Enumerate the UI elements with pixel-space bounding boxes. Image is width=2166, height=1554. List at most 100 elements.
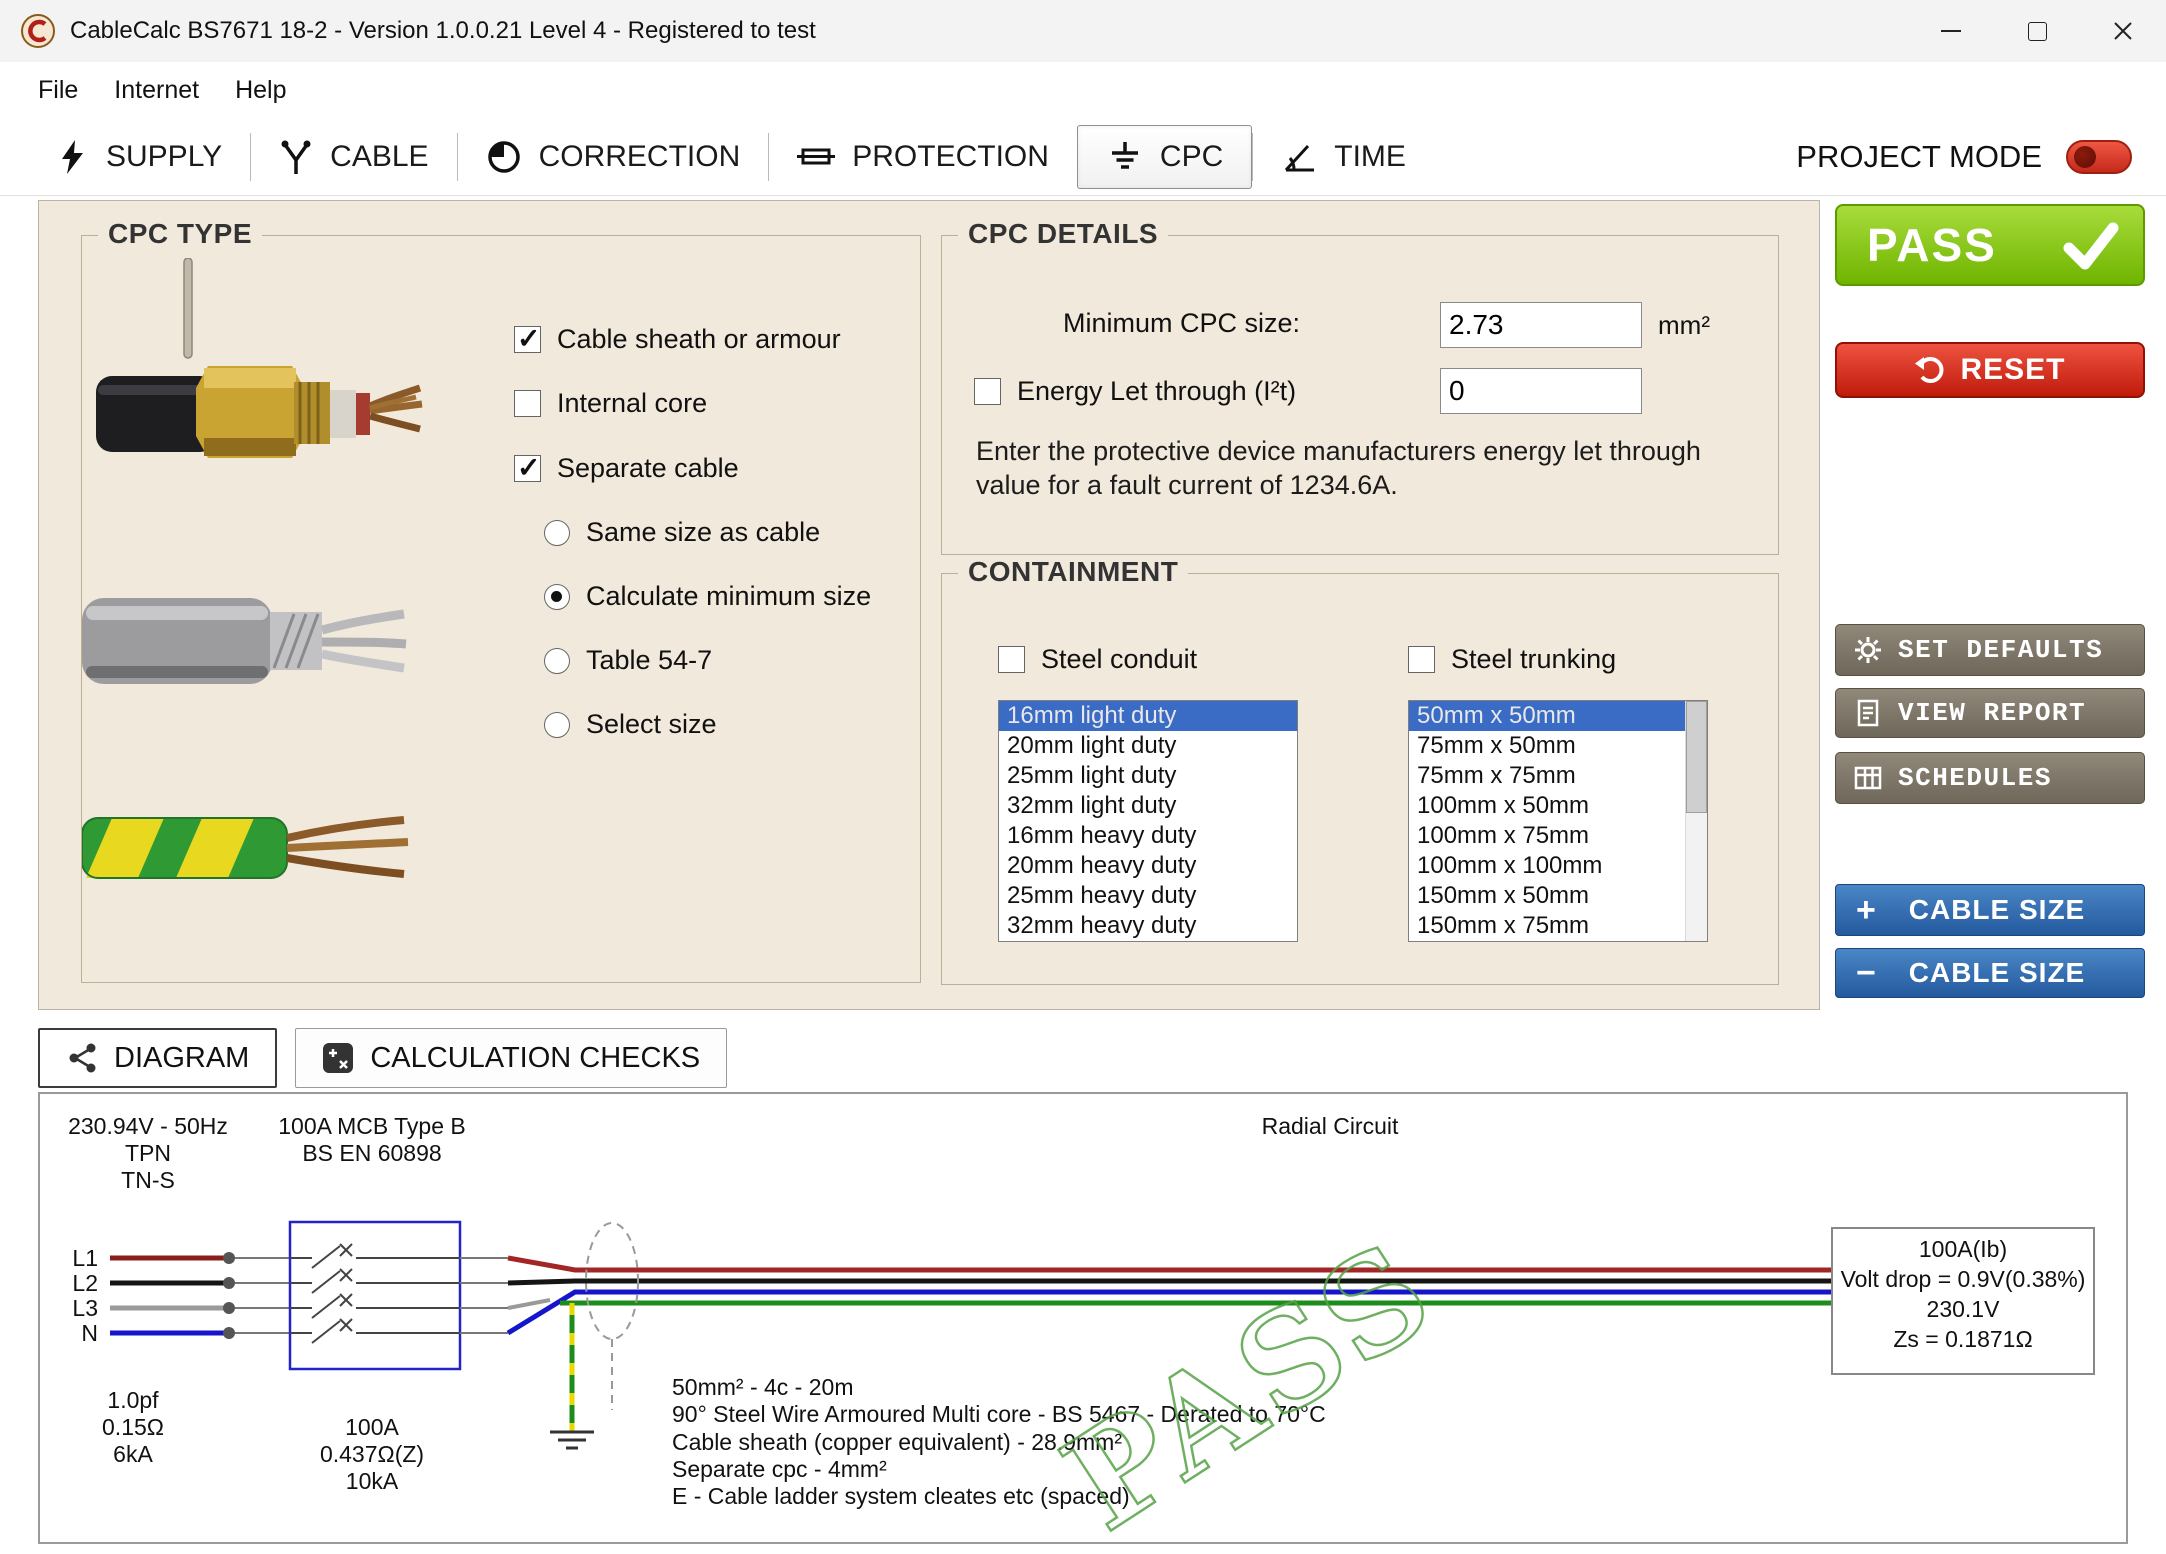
checkbox-box[interactable] xyxy=(998,646,1025,673)
menu-internet[interactable]: Internet xyxy=(96,68,217,113)
pass-status-button[interactable]: PASS xyxy=(1835,204,2145,286)
supply-impedance-text: 0.15Ω xyxy=(102,1414,164,1440)
checkbox-box[interactable] xyxy=(514,390,541,417)
list-item[interactable]: 75mm x 75mm xyxy=(1409,761,1707,791)
radio-circle[interactable] xyxy=(544,712,570,738)
checkbox-steel-conduit[interactable]: Steel conduit xyxy=(998,644,1197,675)
cpc-type-group: CPC TYPE xyxy=(81,235,921,983)
project-mode-toggle[interactable] xyxy=(2066,140,2132,174)
tab-time[interactable]: TIME xyxy=(1252,125,1434,189)
list-item[interactable]: 16mm light duty xyxy=(999,701,1297,731)
checkbox-box[interactable] xyxy=(1408,646,1435,673)
maximize-icon xyxy=(2028,22,2047,41)
scrollbar-thumb[interactable] xyxy=(1686,701,1707,813)
app-logo-icon xyxy=(20,13,56,49)
schedules-button[interactable]: SCHEDULES xyxy=(1835,752,2145,804)
containment-group: CONTAINMENT Steel conduit 16mm light dut… xyxy=(941,573,1779,985)
mcb-rating-text: 100A xyxy=(345,1414,399,1440)
checkbox-energy-let-through[interactable]: Energy Let through (I²t) xyxy=(974,376,1296,407)
circuit-diagram: 230.94V - 50Hz TPN TN-S 100A MCB Type B … xyxy=(40,1094,2126,1542)
tab-cpc[interactable]: CPC xyxy=(1077,125,1252,189)
radio-circle[interactable] xyxy=(544,648,570,674)
diagram-panel: 230.94V - 50Hz TPN TN-S 100A MCB Type B … xyxy=(38,1092,2128,1544)
trunking-scrollbar[interactable] xyxy=(1685,701,1707,941)
list-item[interactable]: 32mm heavy duty xyxy=(999,911,1297,941)
report-icon xyxy=(1854,699,1882,727)
radio-calculate-minimum-size[interactable]: Calculate minimum size xyxy=(544,581,871,612)
list-item[interactable]: 75mm x 50mm xyxy=(1409,731,1707,761)
installation-method-text: E - Cable ladder system cleates etc (spa… xyxy=(672,1483,1130,1509)
list-item[interactable]: 32mm light duty xyxy=(999,791,1297,821)
schedules-icon xyxy=(1854,764,1882,792)
checkbox-cable-sheath-or-armour[interactable]: Cable sheath or armour xyxy=(514,324,841,355)
list-item[interactable]: 16mm heavy duty xyxy=(999,821,1297,851)
list-item[interactable]: 100mm x 50mm xyxy=(1409,791,1707,821)
maximize-button[interactable] xyxy=(1994,0,2080,62)
minimize-icon xyxy=(1941,30,1961,32)
tab-supply[interactable]: SUPPLY xyxy=(26,125,250,189)
list-item[interactable]: 150mm x 50mm xyxy=(1409,881,1707,911)
reset-label: RESET xyxy=(1960,353,2065,387)
project-mode-label: PROJECT MODE xyxy=(1796,139,2042,175)
radio-table-54-7[interactable]: Table 54-7 xyxy=(544,645,712,676)
cpc-type-title: CPC TYPE xyxy=(98,218,262,250)
cable-size-text: 50mm² - 4c - 20m xyxy=(672,1374,853,1400)
list-item[interactable]: 50mm x 50mm xyxy=(1409,701,1707,731)
design-current-text: 100A(Ib) xyxy=(1919,1236,2007,1262)
list-item[interactable]: 100mm x 100mm xyxy=(1409,851,1707,881)
main-toolbar: SUPPLY CABLE CORRECTION PROTECTION CPC T… xyxy=(0,118,2166,196)
pie-icon xyxy=(485,138,523,176)
decrease-cable-size-button[interactable]: − CABLE SIZE xyxy=(1835,948,2145,998)
increase-cable-size-button[interactable]: + CABLE SIZE xyxy=(1835,884,2145,936)
checkbox-steel-trunking[interactable]: Steel trunking xyxy=(1408,644,1616,675)
app-window: CableCalc BS7671 18-2 - Version 1.0.0.21… xyxy=(0,0,2166,1544)
lightning-icon xyxy=(54,138,90,176)
set-defaults-button[interactable]: SET DEFAULTS xyxy=(1835,624,2145,676)
fuse-icon xyxy=(796,138,836,176)
reset-button[interactable]: RESET xyxy=(1835,342,2145,398)
energy-note: Enter the protective device manufacturer… xyxy=(976,434,1756,502)
view-report-button[interactable]: VIEW REPORT xyxy=(1835,688,2145,738)
min-cpc-size-input[interactable] xyxy=(1440,302,1642,348)
reset-icon xyxy=(1914,354,1946,386)
list-item[interactable]: 25mm heavy duty xyxy=(999,881,1297,911)
voltage-text: 230.1V xyxy=(1927,1296,2001,1322)
tab-cable[interactable]: CABLE xyxy=(250,125,456,189)
list-item[interactable]: 20mm heavy duty xyxy=(999,851,1297,881)
list-item[interactable]: 150mm x 75mm xyxy=(1409,911,1707,941)
mcb-standard-text: BS EN 60898 xyxy=(302,1140,441,1166)
tab-protection[interactable]: PROTECTION xyxy=(768,125,1077,189)
close-button[interactable] xyxy=(2080,0,2166,62)
steel-trunking-listbox: 50mm x 50mm 75mm x 50mm 75mm x 75mm 100m… xyxy=(1408,700,1708,942)
mcb-type-text: 100A MCB Type B xyxy=(278,1113,466,1139)
tab-calculation-checks[interactable]: CALCULATION CHECKS xyxy=(295,1028,727,1088)
cable-icon xyxy=(278,138,314,176)
menu-help[interactable]: Help xyxy=(217,68,304,113)
steel-conduit-listbox: 16mm light duty 20mm light duty 25mm lig… xyxy=(998,700,1298,942)
list-item[interactable]: 25mm light duty xyxy=(999,761,1297,791)
checkbox-internal-core[interactable]: Internal core xyxy=(514,388,707,419)
min-cpc-size-label: Minimum CPC size: xyxy=(962,308,1300,339)
main-area: CPC TYPE xyxy=(0,196,2166,1022)
radio-circle[interactable] xyxy=(544,584,570,610)
mcb-breaking-text: 10kA xyxy=(346,1468,399,1494)
list-item[interactable]: 20mm light duty xyxy=(999,731,1297,761)
toggle-knob xyxy=(2074,146,2096,168)
phase-l2-label: L2 xyxy=(72,1270,98,1296)
energy-let-through-input[interactable] xyxy=(1440,368,1642,414)
checkbox-separate-cable[interactable]: Separate cable xyxy=(514,453,739,484)
list-item[interactable]: 100mm x 75mm xyxy=(1409,821,1707,851)
window-title: CableCalc BS7671 18-2 - Version 1.0.0.21… xyxy=(70,17,816,45)
radio-select-size[interactable]: Select size xyxy=(544,709,717,740)
tab-diagram[interactable]: DIAGRAM xyxy=(38,1028,277,1088)
radio-same-size-as-cable[interactable]: Same size as cable xyxy=(544,517,820,548)
radio-circle[interactable] xyxy=(544,520,570,546)
project-mode-control: PROJECT MODE xyxy=(1796,139,2166,175)
minimize-button[interactable] xyxy=(1908,0,1994,62)
checkbox-box[interactable] xyxy=(514,326,541,353)
checkbox-box[interactable] xyxy=(514,455,541,482)
tab-correction[interactable]: CORRECTION xyxy=(457,125,769,189)
separate-cpc-text: Separate cpc - 4mm² xyxy=(672,1456,887,1482)
menu-file[interactable]: File xyxy=(20,68,96,113)
checkbox-box[interactable] xyxy=(974,378,1001,405)
